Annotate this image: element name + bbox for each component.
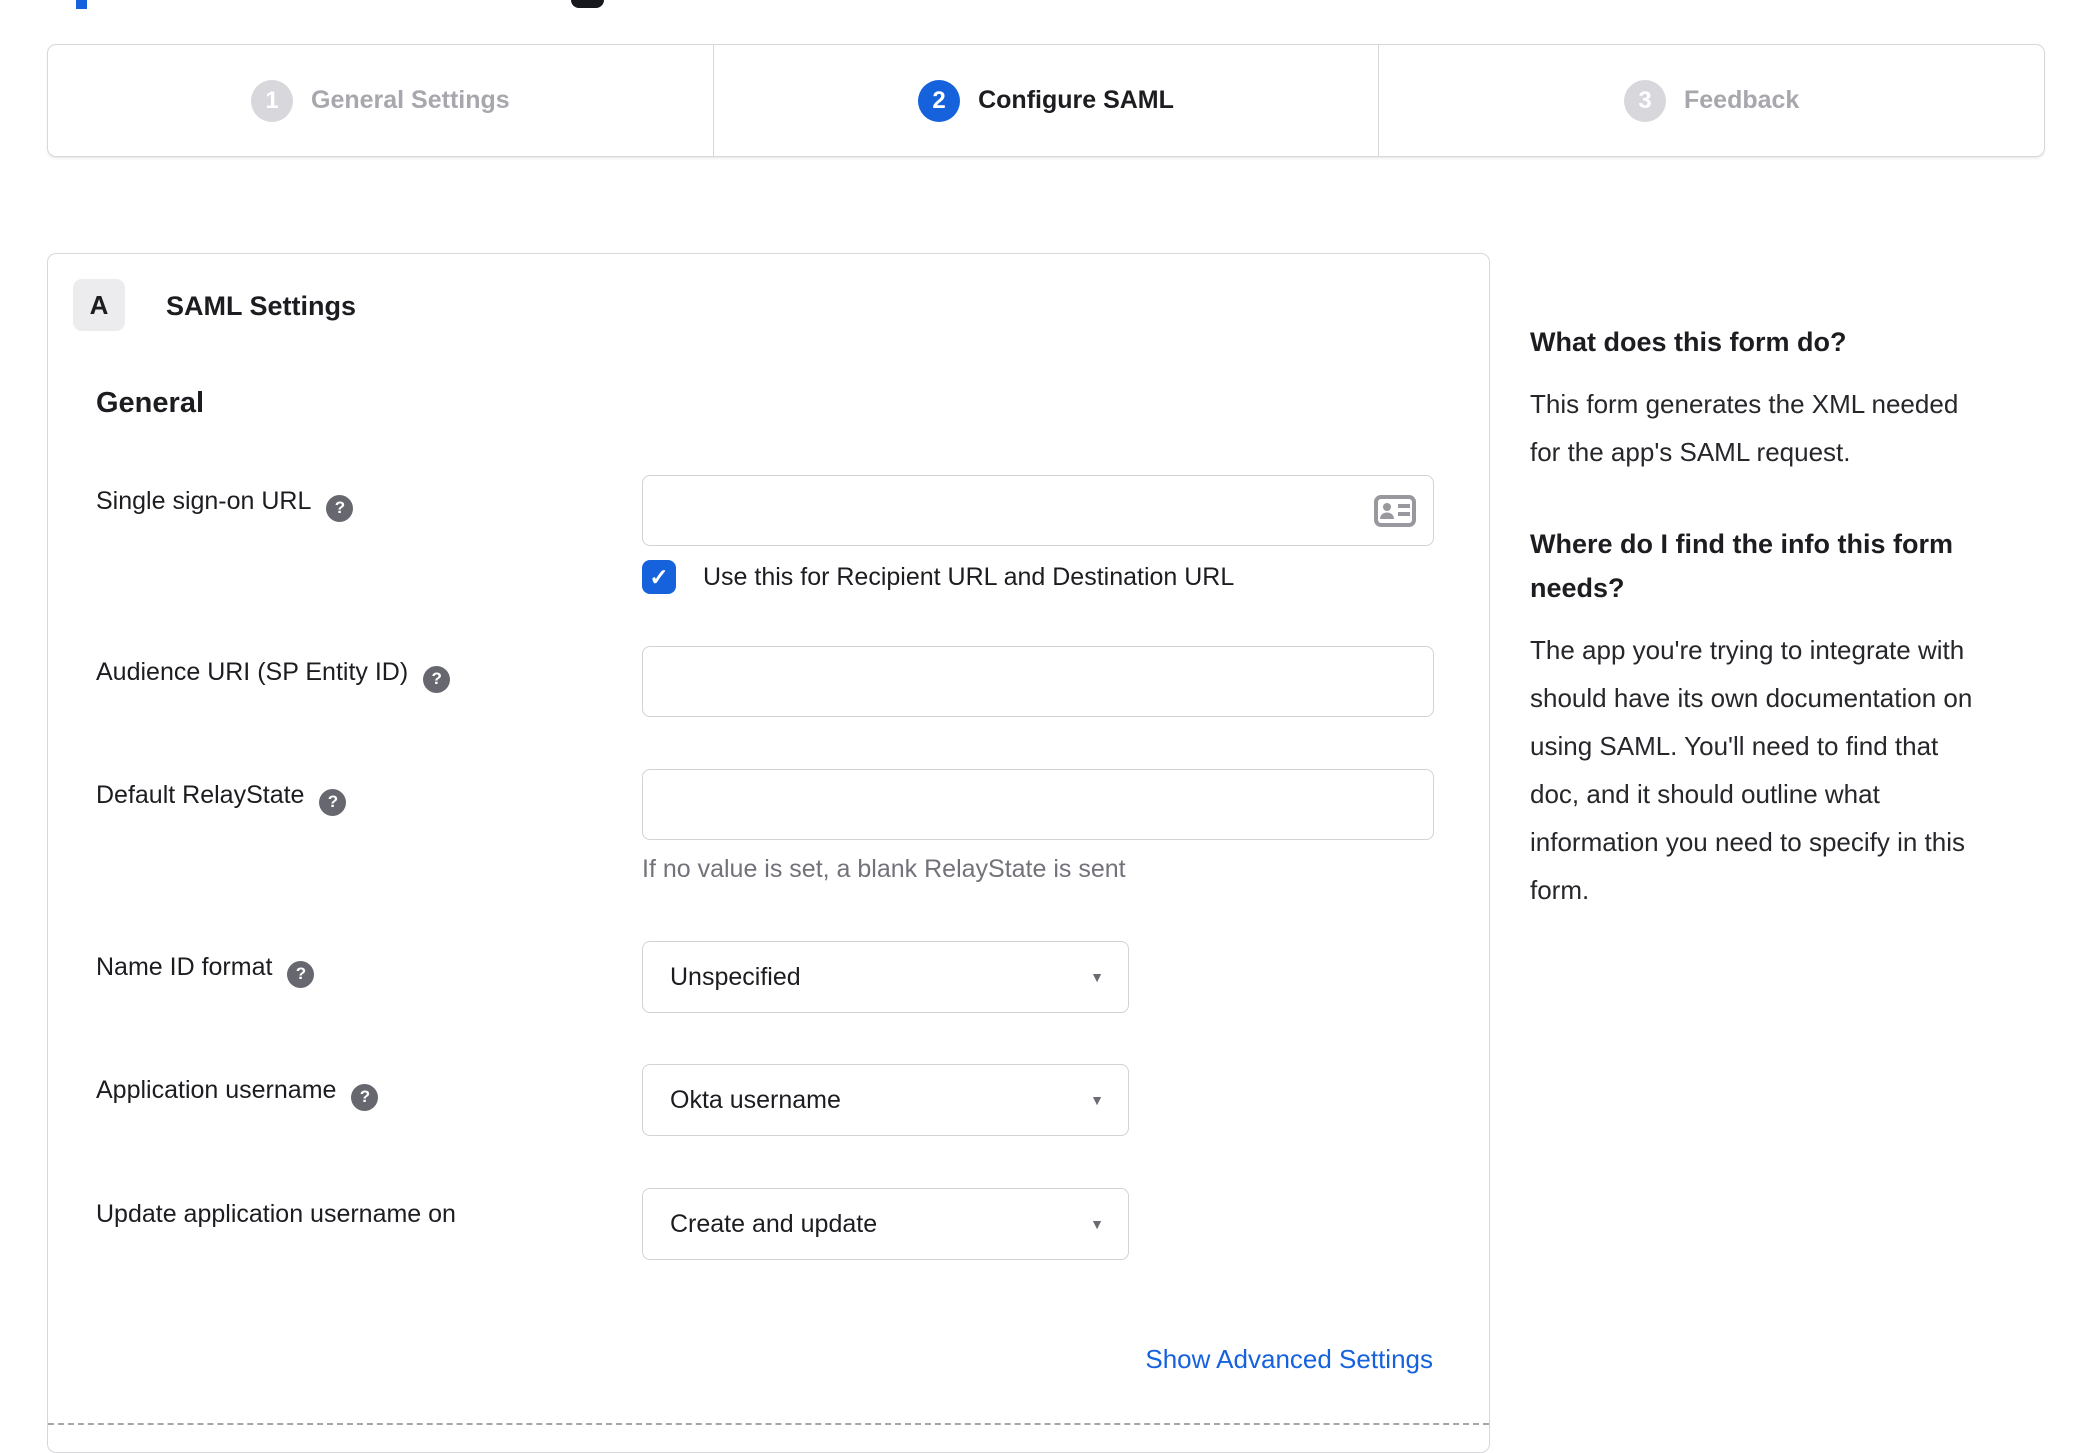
help-icon[interactable]: ? <box>351 1083 379 1111</box>
sso-url-input-wrap <box>642 475 1434 546</box>
show-advanced-settings-link[interactable]: Show Advanced Settings <box>1145 1344 1433 1375</box>
saml-settings-panel: A SAML Settings General Single sign-on U… <box>47 253 1490 1453</box>
help-icon[interactable]: ? <box>287 960 315 988</box>
general-group-heading: General <box>96 387 204 419</box>
help-icon[interactable]: ? <box>423 665 451 693</box>
cutoff-blue-fragment <box>76 0 87 9</box>
help-icon[interactable]: ? <box>326 494 354 522</box>
step-label: Feedback <box>1684 86 1800 114</box>
section-dashed-divider <box>48 1423 1489 1425</box>
sidebar-body-line: The app you're trying to integrate with <box>1530 635 1965 665</box>
sso-url-label: Single sign-on URL? <box>96 487 354 522</box>
recipient-url-checkbox-row: ✓ Use this for Recipient URL and Destina… <box>642 560 1234 594</box>
audience-uri-label: Audience URI (SP Entity ID)? <box>96 658 451 693</box>
name-id-format-label: Name ID format? <box>96 953 315 988</box>
name-id-format-value: Unspecified <box>670 962 801 991</box>
sidebar-heading: needs? <box>1530 573 1625 603</box>
update-app-username-value: Create and update <box>670 1209 878 1238</box>
step-number-badge: 1 <box>251 79 293 122</box>
app-username-value: Okta username <box>670 1085 841 1114</box>
step-general-settings[interactable]: 1 General Settings <box>48 45 713 156</box>
configure-saml-page: { "colors": { "accent_blue": "#1662dd", … <box>0 0 2092 1453</box>
app-username-label: Application username? <box>96 1076 379 1111</box>
step-label: Configure SAML <box>978 86 1174 114</box>
sidebar-section-where: Where do I find the info this form needs… <box>1530 522 2060 914</box>
relay-state-label: Default RelayState? <box>96 781 347 816</box>
step-feedback[interactable]: 3 Feedback <box>1378 45 2044 156</box>
step-configure-saml[interactable]: 2 Configure SAML <box>712 45 1379 156</box>
section-a-badge: A <box>73 279 125 331</box>
audience-uri-input[interactable] <box>642 646 1434 717</box>
relay-state-input[interactable] <box>642 769 1434 840</box>
sidebar-body-line: for the app's SAML request. <box>1530 437 1851 467</box>
contact-card-icon <box>1374 495 1416 527</box>
sidebar-body-line: should have its own documentation on <box>1530 683 1973 713</box>
step-number-badge: 3 <box>1624 79 1666 122</box>
sidebar-body-line: form. <box>1530 875 1590 905</box>
chevron-down-icon: ▼ <box>1090 1092 1104 1108</box>
step-label: General Settings <box>311 86 510 114</box>
update-app-username-select[interactable]: Create and update ▼ <box>642 1188 1129 1260</box>
chevron-down-icon: ▼ <box>1090 1216 1104 1232</box>
step-number-badge: 2 <box>918 79 961 122</box>
sidebar-heading: Where do I find the info this form <box>1530 529 1953 559</box>
sidebar-body-line: This form generates the XML needed <box>1530 389 1959 419</box>
chevron-down-icon: ▼ <box>1090 969 1104 985</box>
sidebar-body-line: information you need to specify in this <box>1530 827 1966 857</box>
recipient-url-checkbox[interactable]: ✓ <box>642 560 676 594</box>
sidebar-heading: What does this form do? <box>1530 327 1847 357</box>
cutoff-dark-fragment <box>571 0 604 8</box>
app-username-select[interactable]: Okta username ▼ <box>642 1064 1129 1136</box>
sidebar-body-line: using SAML. You'll need to find that <box>1530 731 1939 761</box>
sidebar-section-what: What does this form do? This form genera… <box>1530 320 2060 476</box>
recipient-url-checkbox-label: Use this for Recipient URL and Destinati… <box>703 562 1235 591</box>
wizard-stepper: 1 General Settings 2 Configure SAML 3 Fe… <box>47 44 2045 157</box>
section-title: SAML Settings <box>166 291 357 321</box>
sso-url-input[interactable] <box>642 475 1434 546</box>
name-id-format-select[interactable]: Unspecified ▼ <box>642 941 1129 1013</box>
relay-state-hint: If no value is set, a blank RelayState i… <box>642 855 1126 883</box>
help-sidebar: What does this form do? This form genera… <box>1530 320 2060 914</box>
sidebar-body-line: doc, and it should outline what <box>1530 779 1880 809</box>
update-app-username-label: Update application username on <box>96 1200 456 1228</box>
help-icon[interactable]: ? <box>319 788 347 816</box>
